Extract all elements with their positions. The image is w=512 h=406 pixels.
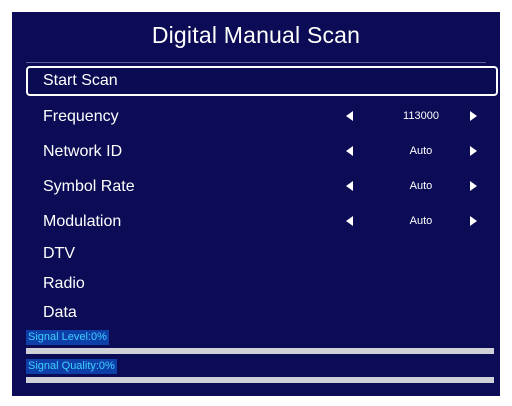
signal-level-bar [26, 348, 494, 354]
start-scan-button[interactable]: Start Scan [26, 66, 498, 96]
frequency-row[interactable]: Frequency 113000 [26, 102, 498, 132]
radio-label: Radio [43, 275, 85, 292]
scan-screen: Digital Manual Scan Start Scan Frequency… [12, 12, 500, 396]
right-arrow-icon[interactable] [470, 111, 477, 121]
data-label: Data [43, 304, 77, 321]
frequency-value: 113000 [403, 110, 439, 122]
network-id-row[interactable]: Network ID Auto [26, 137, 498, 167]
modulation-value: Auto [409, 215, 433, 227]
left-arrow-icon[interactable] [346, 181, 353, 191]
left-arrow-icon[interactable] [346, 111, 353, 121]
left-arrow-icon[interactable] [346, 216, 353, 226]
dtv-label: DTV [43, 245, 75, 262]
symbol-rate-label: Symbol Rate [43, 178, 135, 195]
frequency-label: Frequency [43, 108, 119, 125]
signal-quality-label: Signal Quality:0% [26, 359, 117, 374]
network-id-value: Auto [409, 145, 433, 157]
network-id-label: Network ID [43, 143, 123, 160]
modulation-row[interactable]: Modulation Auto [26, 207, 498, 237]
radio-row: Radio [26, 269, 498, 299]
symbol-rate-row[interactable]: Symbol Rate Auto [26, 172, 498, 202]
symbol-rate-value: Auto [409, 180, 433, 192]
modulation-label: Modulation [43, 213, 122, 230]
left-arrow-icon[interactable] [346, 146, 353, 156]
right-arrow-icon[interactable] [470, 146, 477, 156]
signal-level-label: Signal Level:0% [26, 330, 109, 345]
right-arrow-icon[interactable] [470, 216, 477, 226]
dtv-row: DTV [26, 239, 498, 269]
data-row: Data [26, 298, 498, 328]
start-scan-label: Start Scan [43, 72, 118, 89]
signal-quality-bar [26, 377, 494, 383]
right-arrow-icon[interactable] [470, 181, 477, 191]
